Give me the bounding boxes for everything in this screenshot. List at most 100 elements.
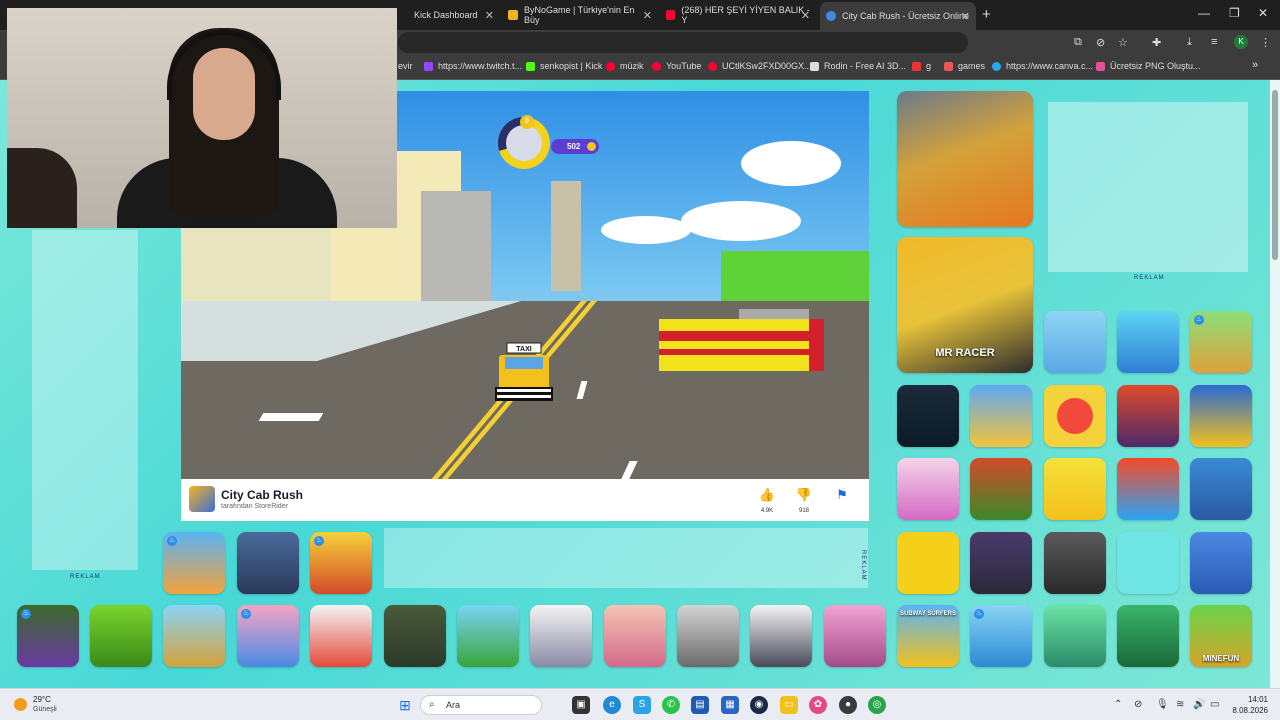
bookmark-item[interactable]: UCtlKSw2FXD00GX...: [708, 61, 812, 71]
game-tile[interactable]: [310, 605, 372, 667]
game-tile[interactable]: [897, 458, 959, 520]
new-tab-button[interactable]: +: [982, 6, 991, 23]
game-tile[interactable]: [1117, 532, 1179, 594]
game-tile[interactable]: [604, 605, 666, 667]
weather-description[interactable]: Güneşli: [33, 706, 57, 713]
address-bar[interactable]: [398, 32, 968, 53]
game-tile[interactable]: ♨: [237, 605, 299, 667]
game-tile[interactable]: [1044, 311, 1106, 373]
game-tile[interactable]: [1190, 458, 1252, 520]
bookmark-item[interactable]: Rodin - Free AI 3D...: [810, 61, 906, 71]
mr-racer-tile[interactable]: MR RACER: [897, 237, 1033, 373]
profile-avatar[interactable]: K: [1234, 35, 1248, 49]
close-icon[interactable]: ✕: [485, 9, 494, 22]
police-chase-tile[interactable]: [897, 91, 1033, 227]
bookmark-item[interactable]: senkopist | Kick: [526, 61, 602, 71]
game-tile[interactable]: ♨: [163, 532, 225, 594]
close-icon[interactable]: ✕: [801, 9, 810, 22]
bookmark-item[interactable]: g: [912, 61, 931, 71]
game-tile[interactable]: [970, 458, 1032, 520]
game-author[interactable]: tarafından StoreRider: [221, 503, 288, 510]
game-tile[interactable]: [530, 605, 592, 667]
menu-kebab-icon[interactable]: ⋮: [1260, 36, 1271, 49]
wifi-icon[interactable]: ≋: [1176, 699, 1184, 710]
taskbar-search[interactable]: ⌕ Ara: [420, 695, 542, 715]
game-tile[interactable]: [1117, 311, 1179, 373]
ad-slot-left[interactable]: [32, 230, 138, 570]
window-close-icon[interactable]: ✕: [1258, 6, 1268, 20]
bookmark-item[interactable]: https://www.twitch.t...: [424, 61, 522, 71]
game-tile[interactable]: [457, 605, 519, 667]
game-tile[interactable]: [1117, 605, 1179, 667]
app-icon[interactable]: ▤: [691, 696, 709, 714]
bookmark-item[interactable]: evir: [398, 61, 413, 71]
tab-youtube-video[interactable]: (268) HER ŞEYİ YİYEN BALIK - Y ✕: [660, 4, 816, 26]
eye-slash-icon[interactable]: ⊘: [1096, 36, 1105, 49]
game-tile[interactable]: [970, 385, 1032, 447]
report-flag-icon[interactable]: ⚑: [829, 487, 855, 503]
skype-icon[interactable]: S: [633, 696, 651, 714]
game-tile[interactable]: [237, 532, 299, 594]
whatsapp-icon[interactable]: ✆: [662, 696, 680, 714]
game-tile[interactable]: [970, 532, 1032, 594]
volume-icon[interactable]: 🔊: [1193, 699, 1205, 710]
tab-kick-dashboard[interactable]: Kick Dashboard ✕: [392, 4, 500, 26]
task-view-icon[interactable]: ▣: [572, 696, 590, 714]
bookmark-item[interactable]: Ücretsiz PNG Oluştu...: [1096, 61, 1201, 71]
download-icon[interactable]: ⤓: [1187, 36, 1192, 49]
game-tile[interactable]: [1190, 385, 1252, 447]
file-explorer-icon[interactable]: ▭: [780, 696, 798, 714]
microphone-icon[interactable]: 🎙: [1156, 699, 1169, 710]
game-tile[interactable]: ♨: [310, 532, 372, 594]
ad-slot-middle[interactable]: [384, 528, 868, 588]
weather-temperature[interactable]: 29°C: [33, 695, 51, 704]
game-tile[interactable]: [90, 605, 152, 667]
chrome-icon[interactable]: ◎: [868, 696, 886, 714]
close-icon[interactable]: ✕: [643, 9, 652, 22]
edge-icon[interactable]: e: [603, 696, 621, 714]
game-tile[interactable]: [1044, 605, 1106, 667]
bookmark-item[interactable]: games: [944, 61, 985, 71]
game-tile[interactable]: [1044, 532, 1106, 594]
game-tile[interactable]: [1117, 458, 1179, 520]
ad-slot-right[interactable]: [1048, 102, 1248, 272]
like-icon[interactable]: 👍: [754, 487, 780, 503]
game-tile[interactable]: [163, 605, 225, 667]
subway-surfers-tile[interactable]: SUBWAY SURFERS: [897, 605, 959, 667]
app-icon[interactable]: ▦: [721, 696, 739, 714]
bookmark-item[interactable]: https://www.canva.c...: [992, 61, 1093, 71]
dislike-icon[interactable]: 👎: [791, 487, 817, 503]
windows-start-icon[interactable]: ⊞: [396, 696, 414, 714]
more-bookmarks-icon[interactable]: »: [1252, 59, 1258, 71]
cast-icon[interactable]: ⧉: [1074, 36, 1082, 49]
game-tile[interactable]: ♨: [970, 605, 1032, 667]
show-hidden-icons-icon[interactable]: ⌃: [1114, 699, 1122, 710]
game-tile[interactable]: [824, 605, 886, 667]
game-tile[interactable]: ♨: [17, 605, 79, 667]
scrollbar-thumb[interactable]: [1272, 90, 1278, 260]
game-tile[interactable]: [897, 385, 959, 447]
battery-icon[interactable]: ▭: [1210, 699, 1219, 710]
taskbar-clock[interactable]: 14:01 8.08.2026: [1222, 694, 1268, 716]
obs-icon[interactable]: ●: [839, 696, 857, 714]
bookmark-star-icon[interactable]: ☆: [1118, 36, 1128, 49]
game-tile[interactable]: [1044, 385, 1106, 447]
minefun-tile[interactable]: MINEFUN: [1190, 605, 1252, 667]
minimize-icon[interactable]: —: [1198, 6, 1210, 20]
reading-list-icon[interactable]: ≡: [1211, 36, 1217, 48]
game-tile[interactable]: [750, 605, 812, 667]
tray-app-icon[interactable]: ⊘: [1134, 699, 1142, 710]
game-tile[interactable]: [384, 605, 446, 667]
tab-bynogame[interactable]: ByNoGame | Türkiye'nin En Büy ✕: [502, 4, 658, 26]
sun-icon[interactable]: [14, 698, 27, 711]
game-tile[interactable]: [1190, 532, 1252, 594]
bookmark-item[interactable]: müzik: [606, 61, 644, 71]
close-icon[interactable]: ✕: [961, 10, 970, 23]
steam-icon[interactable]: ◉: [750, 696, 768, 714]
game-tile[interactable]: [897, 532, 959, 594]
extensions-icon[interactable]: ✚: [1152, 36, 1161, 49]
restore-icon[interactable]: ❐: [1229, 6, 1240, 20]
app-icon[interactable]: ✿: [809, 696, 827, 714]
game-tile[interactable]: [1117, 385, 1179, 447]
game-tile[interactable]: [677, 605, 739, 667]
